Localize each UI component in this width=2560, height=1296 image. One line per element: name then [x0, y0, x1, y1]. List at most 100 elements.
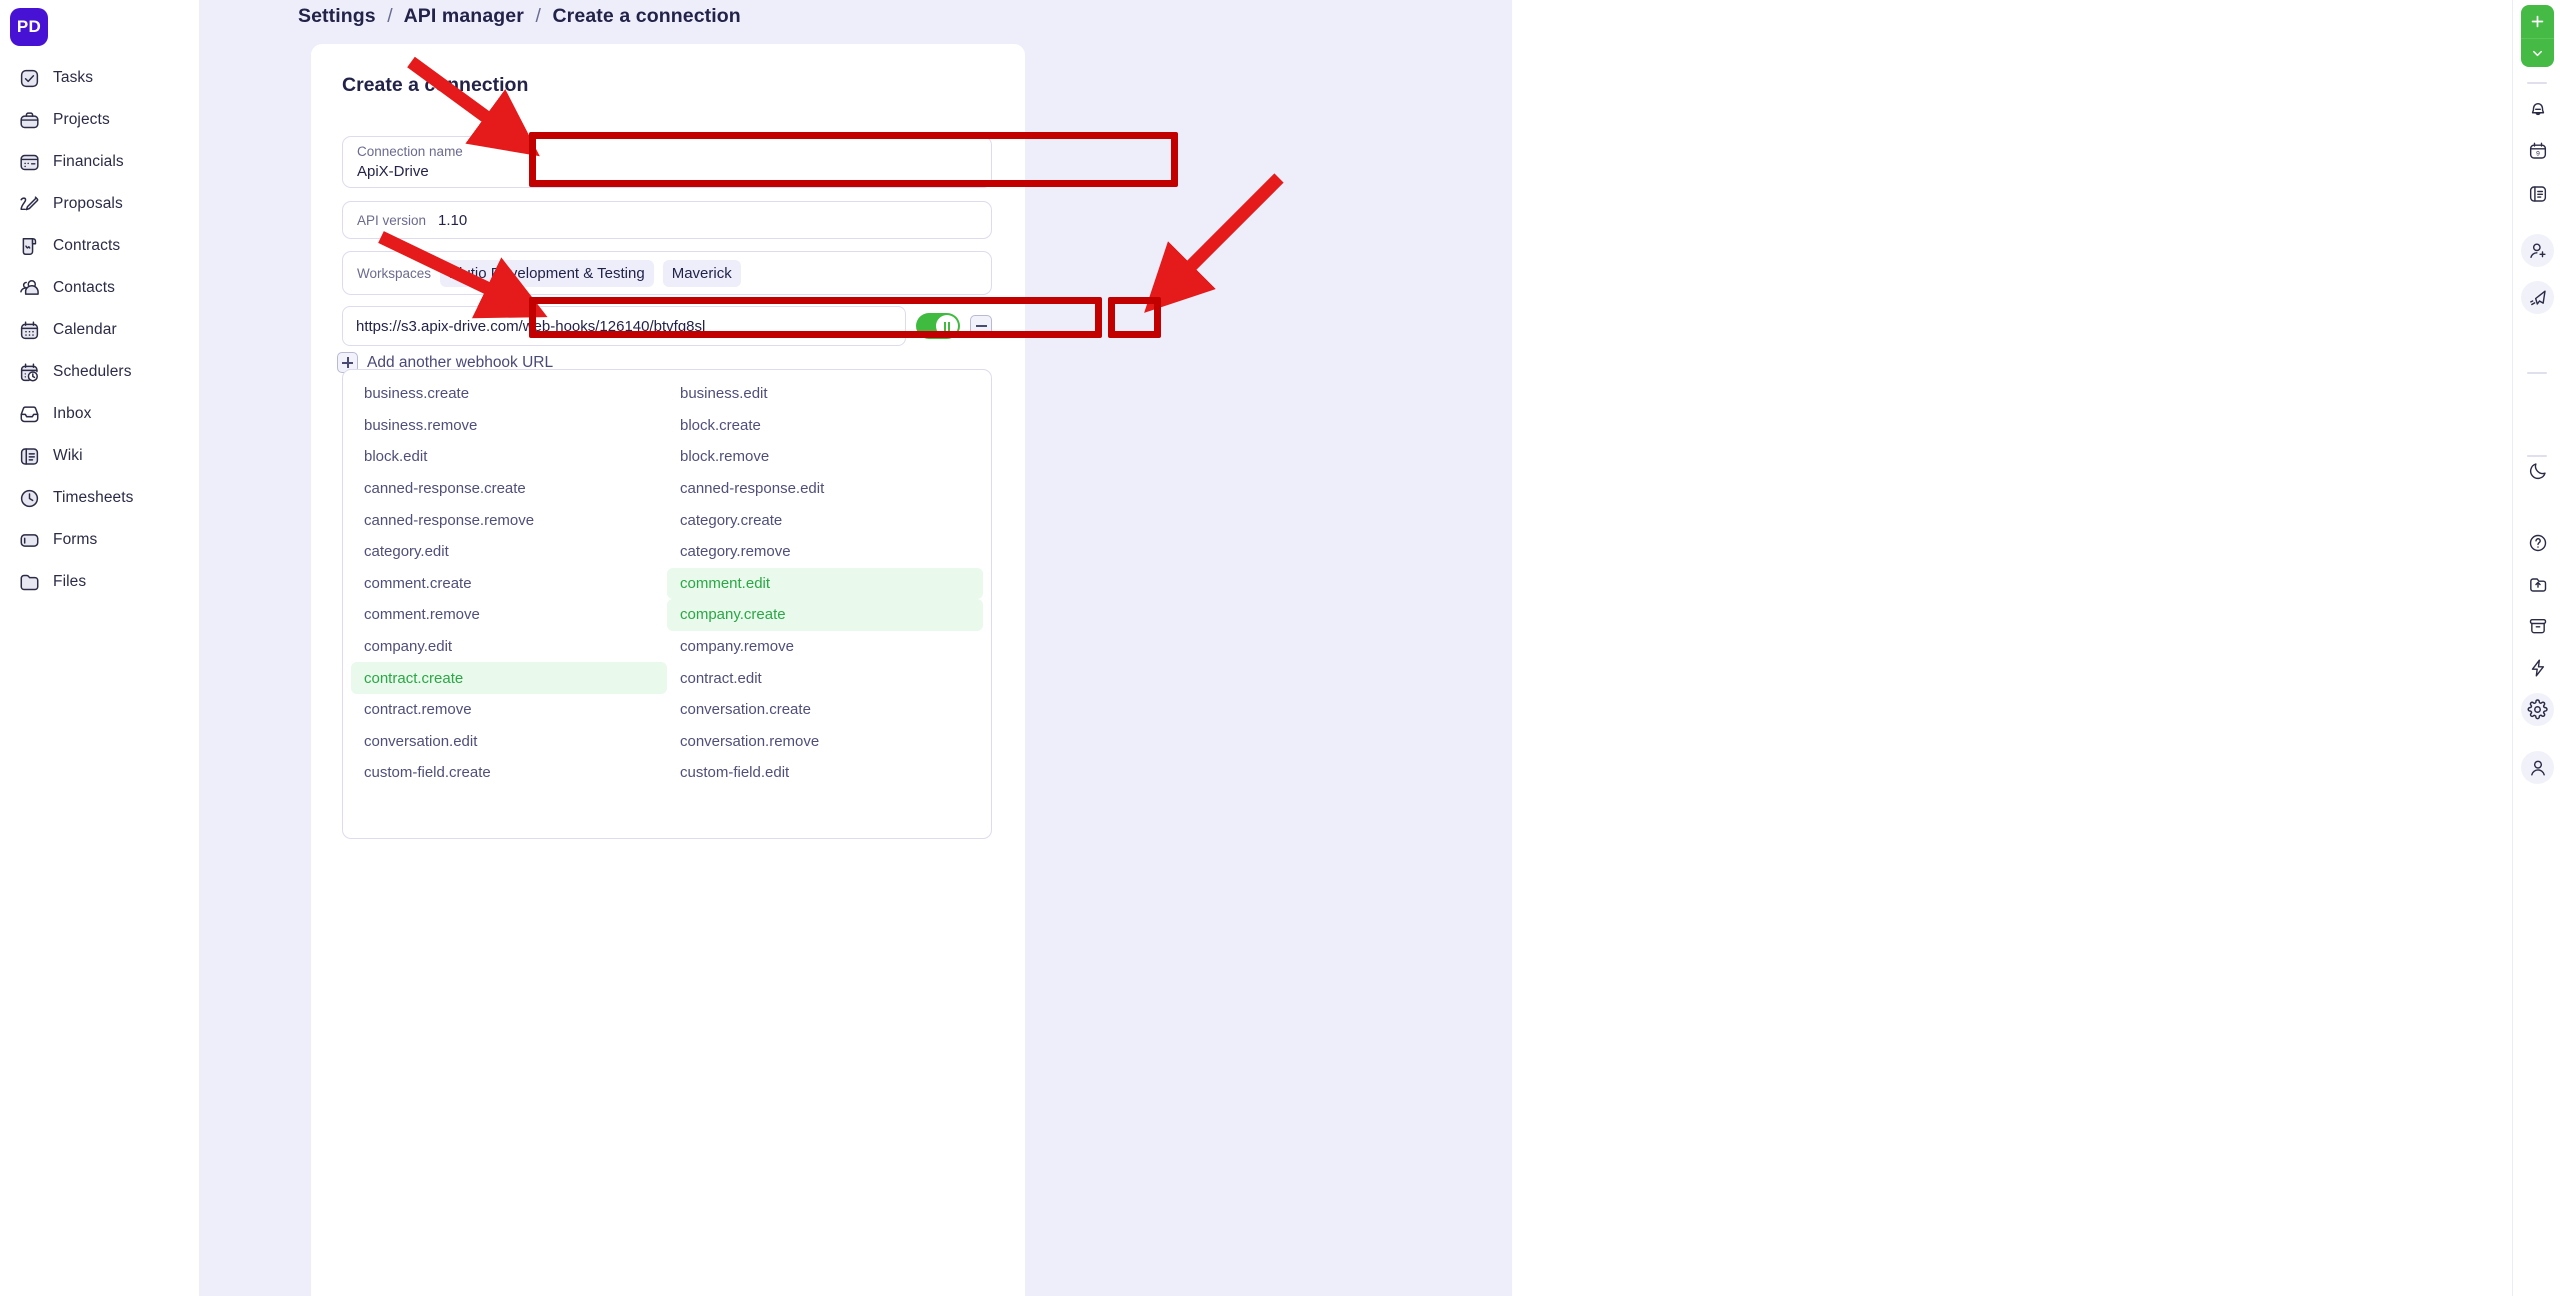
sidebar-item-label: Timesheets: [53, 489, 134, 506]
calendar-day-icon: 9: [2528, 141, 2548, 161]
annotation-box-connection-name: [529, 132, 1178, 187]
webhook-event-item[interactable]: contract.edit: [667, 662, 983, 694]
breadcrumb-settings[interactable]: Settings: [298, 5, 376, 27]
sidebar-item-files[interactable]: Files: [0, 561, 199, 603]
right-rail: 9: [2512, 0, 2560, 1296]
rail-add-person-button[interactable]: [2521, 234, 2554, 267]
person-icon: [2528, 758, 2548, 778]
sidebar-item-forms[interactable]: Forms: [0, 519, 199, 561]
book-icon: [18, 445, 40, 467]
webhook-event-item[interactable]: business.edit: [667, 378, 983, 410]
sidebar-item-calendar[interactable]: Calendar: [0, 309, 199, 351]
archive-icon: [2528, 616, 2548, 636]
sidebar-item-wiki[interactable]: Wiki: [0, 435, 199, 477]
webhook-event-item[interactable]: comment.edit: [667, 567, 983, 600]
calendar-icon: [18, 319, 40, 341]
api-version-field[interactable]: API version 1.10: [342, 201, 992, 239]
workspace-tag[interactable]: Plutio Development & Testing: [440, 259, 654, 287]
events-grid: business.create business.edit business.rem…: [343, 378, 991, 789]
create-connection-card: Create a connection Connection name ApiX…: [311, 44, 1025, 1296]
sidebar-item-label: Files: [53, 573, 87, 590]
rail-archive-button[interactable]: [2521, 609, 2554, 642]
sidebar-item-inbox[interactable]: Inbox: [0, 393, 199, 435]
webhook-event-item[interactable]: canned-response.edit: [667, 473, 983, 505]
rail-notebook-button[interactable]: [2521, 177, 2554, 210]
folder-icon: [18, 571, 40, 593]
sidebar-item-label: Contacts: [53, 279, 115, 296]
people-icon: [18, 277, 40, 299]
webhook-event-item[interactable]: category.create: [667, 504, 983, 536]
svg-text:9: 9: [2536, 150, 2540, 157]
api-version-value: 1.10: [438, 211, 468, 229]
sidebar-item-label: Schedulers: [53, 363, 132, 380]
webhook-event-item[interactable]: conversation.remove: [667, 726, 983, 758]
rail-moon-button[interactable]: [2521, 454, 2554, 487]
briefcase-icon: [18, 109, 40, 131]
quick-add-button[interactable]: [2521, 5, 2554, 67]
sidebar-item-contacts[interactable]: Contacts: [0, 267, 199, 309]
form-icon: [18, 529, 40, 551]
page-title: Create a connection: [342, 74, 529, 96]
rail-share-button[interactable]: [2521, 568, 2554, 601]
webhook-event-item[interactable]: canned-response.remove: [351, 504, 667, 536]
sidebar-item-label: Wiki: [53, 447, 83, 464]
webhook-event-item[interactable]: business.create: [351, 378, 667, 410]
left-sidebar: PD Tasks Projects Financials Proposals Contr…: [0, 0, 199, 1296]
sidebar-item-timesheets[interactable]: Timesheets: [0, 477, 199, 519]
webhook-event-item[interactable]: comment.create: [351, 568, 667, 600]
rail-divider: [2527, 372, 2547, 374]
webhook-event-item[interactable]: comment.remove: [351, 599, 667, 631]
sidebar-item-projects[interactable]: Projects: [0, 99, 199, 141]
sidebar-item-label: Inbox: [53, 405, 92, 422]
bell-icon: [2528, 99, 2548, 119]
api-version-label: API version: [357, 212, 427, 228]
breadcrumb-separator: /: [535, 5, 541, 27]
rail-calendar-day-button[interactable]: 9: [2521, 134, 2554, 167]
gear-icon: [2527, 699, 2548, 720]
workspace-avatar[interactable]: PD: [10, 8, 48, 46]
rail-person-button[interactable]: [2521, 751, 2554, 784]
workspaces-field[interactable]: Workspaces Plutio Development & Testing …: [342, 251, 992, 295]
webhook-event-item[interactable]: block.create: [667, 410, 983, 442]
rail-help-circle-button[interactable]: [2521, 526, 2554, 559]
annotation-box-toggle: [1108, 297, 1161, 338]
sidebar-item-label: Tasks: [53, 69, 94, 86]
inbox-icon: [18, 403, 40, 425]
webhook-event-item[interactable]: block.edit: [351, 441, 667, 473]
app-root: PD Tasks Projects Financials Proposals Contr…: [0, 0, 2560, 1296]
webhook-event-item[interactable]: canned-response.create: [351, 473, 667, 505]
webhook-event-item[interactable]: category.remove: [667, 536, 983, 568]
webhook-event-item[interactable]: conversation.create: [667, 694, 983, 726]
sidebar-item-label: Projects: [53, 111, 110, 128]
webhook-event-item[interactable]: company.edit: [351, 631, 667, 663]
sidebar-item-label: Contracts: [53, 237, 121, 254]
sidebar-item-financials[interactable]: Financials: [0, 141, 199, 183]
sidebar-item-proposals[interactable]: Proposals: [0, 183, 199, 225]
breadcrumb: Settings / API manager / Create a connec…: [298, 5, 741, 28]
sidebar-item-schedulers[interactable]: Schedulers: [0, 351, 199, 393]
clock-icon: [18, 487, 40, 509]
webhook-event-item[interactable]: contract.create: [351, 662, 667, 694]
rail-paper-plane-button[interactable]: [2521, 281, 2554, 314]
webhook-event-item[interactable]: custom-field.edit: [667, 757, 983, 789]
webhook-events-list[interactable]: business.create business.edit business.rem…: [342, 369, 992, 839]
rail-bolt-button[interactable]: [2521, 651, 2554, 684]
webhook-event-item[interactable]: block.remove: [667, 441, 983, 473]
webhook-event-item[interactable]: category.edit: [351, 536, 667, 568]
rail-gear-button[interactable]: [2521, 693, 2554, 726]
sidebar-item-tasks[interactable]: Tasks: [0, 57, 199, 99]
webhook-event-item[interactable]: company.remove: [667, 631, 983, 663]
rail-bell-button[interactable]: [2521, 92, 2554, 125]
check-square-icon: [18, 67, 40, 89]
sidebar-item-contracts[interactable]: Contracts: [0, 225, 199, 267]
sidebar-item-label: Financials: [53, 153, 124, 170]
webhook-event-item[interactable]: custom-field.create: [351, 757, 667, 789]
help-circle-icon: [2528, 533, 2548, 553]
webhook-event-item[interactable]: contract.remove: [351, 694, 667, 726]
breadcrumb-api-manager[interactable]: API manager: [404, 5, 524, 27]
webhook-event-item[interactable]: business.remove: [351, 410, 667, 442]
webhook-event-item[interactable]: company.create: [667, 599, 983, 631]
webhook-event-item[interactable]: conversation.edit: [351, 726, 667, 758]
workspace-tag[interactable]: Maverick: [662, 259, 741, 287]
moon-icon: [2528, 461, 2548, 481]
